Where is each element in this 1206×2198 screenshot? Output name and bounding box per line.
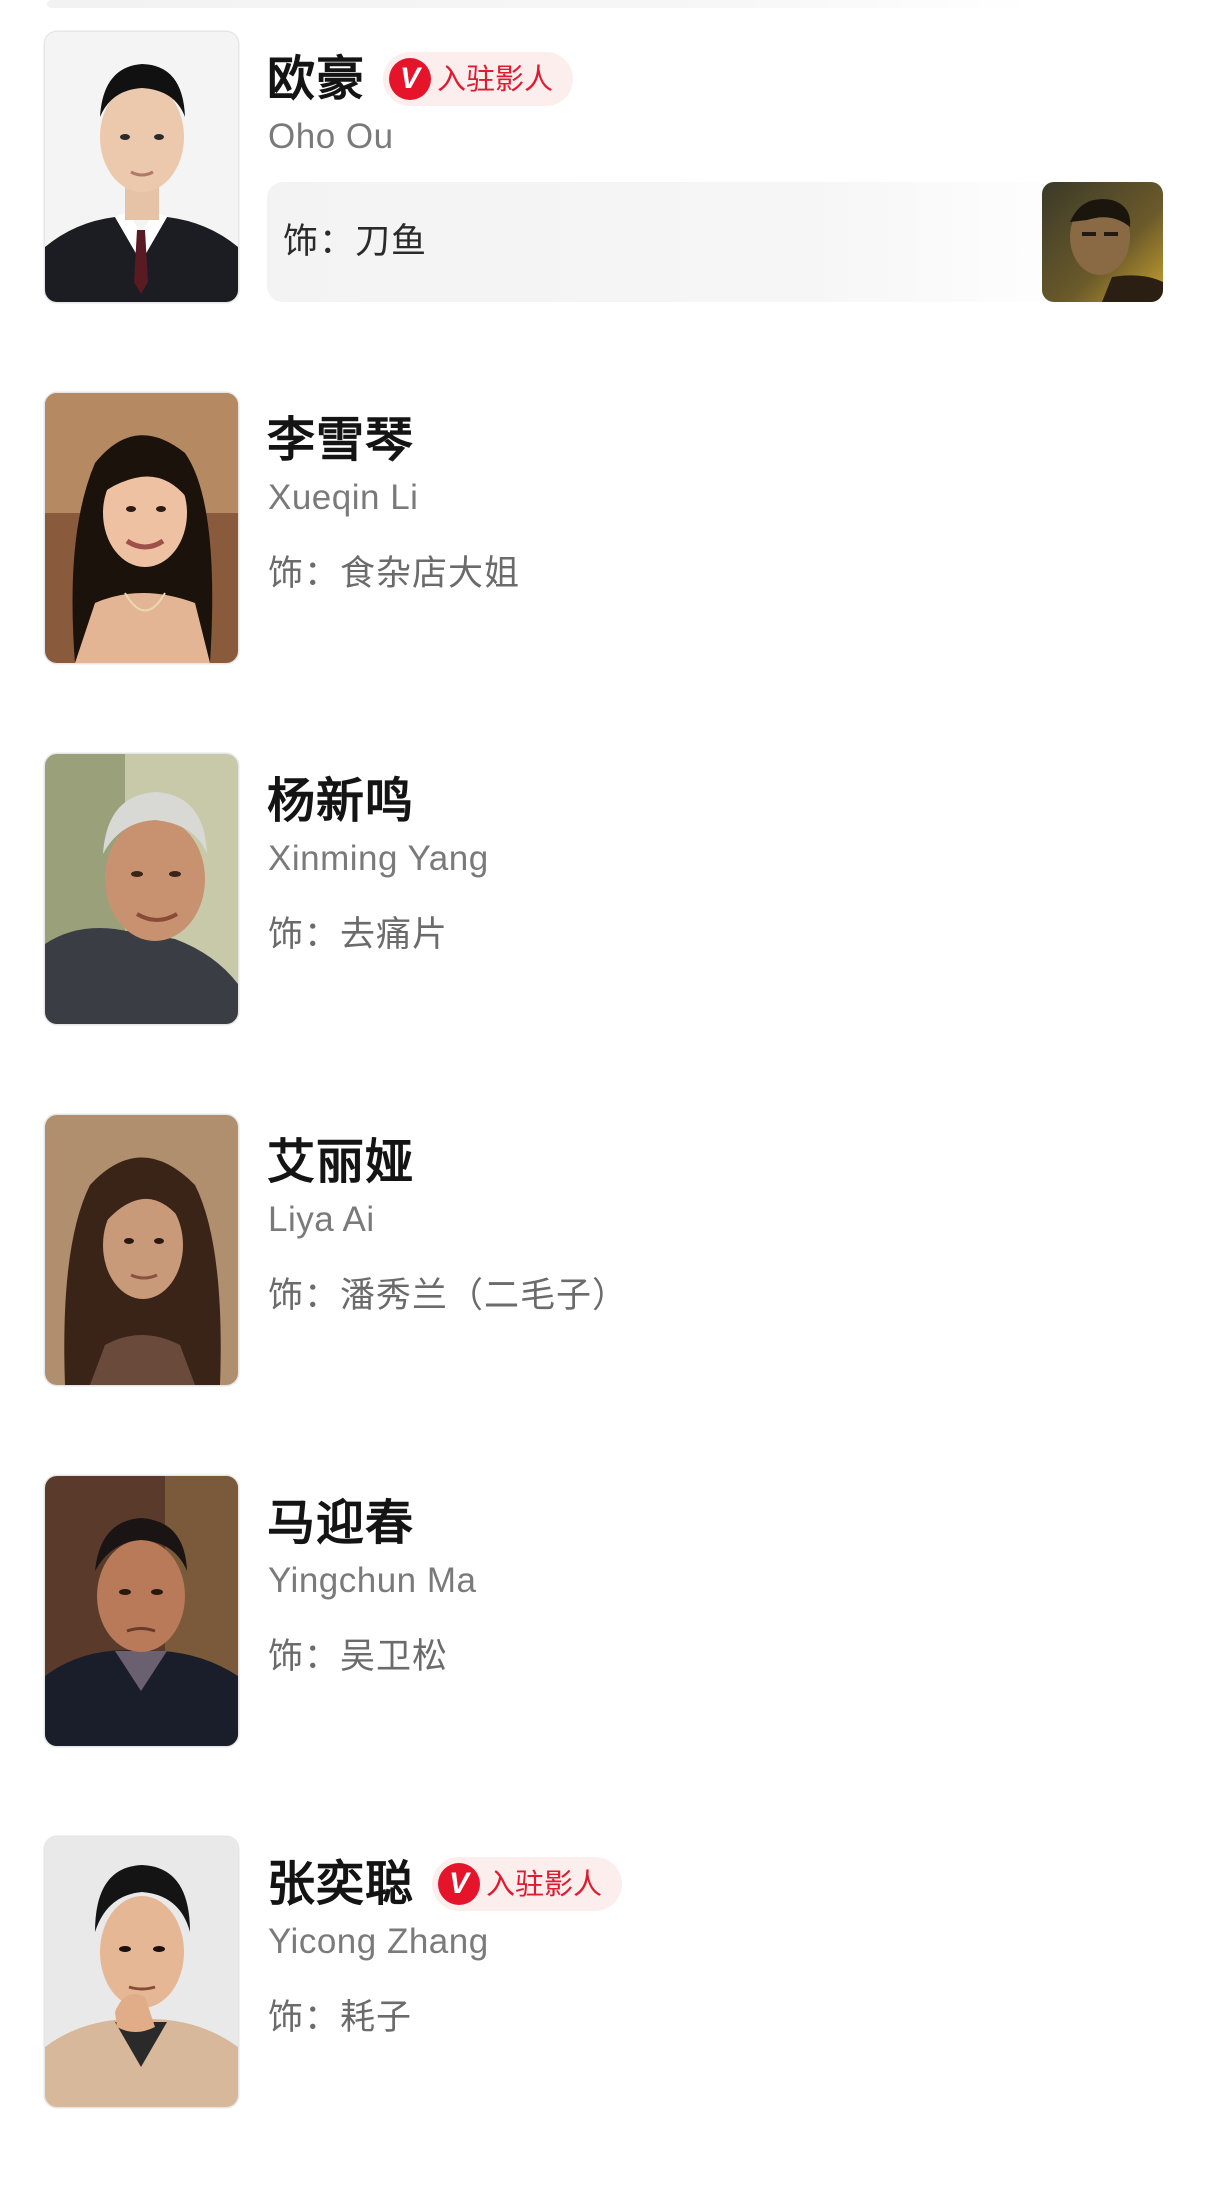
name-row: 欧豪 V 入驻影人	[267, 48, 574, 110]
actor-photo[interactable]	[45, 1115, 238, 1385]
name-row: 张奕聪 V 入驻影人	[267, 1853, 623, 1915]
actor-photo[interactable]	[45, 393, 238, 663]
actor-name-en: Liya Ai	[268, 1200, 375, 1239]
role-label: 饰：刀鱼	[283, 222, 428, 262]
top-divider	[47, 0, 1037, 8]
cast-item-li-xueqin[interactable]: 李雪琴 Xueqin Li 饰：食杂店大姐	[0, 393, 1206, 754]
verified-badge: V 入驻影人	[383, 52, 574, 106]
role-still-image[interactable]	[1042, 182, 1163, 302]
actor-name-en: Yingchun Ma	[268, 1561, 477, 1600]
role-label: 饰：潘秀兰（二毛子）	[268, 1276, 629, 1316]
actor-name-cn[interactable]: 艾丽娅	[267, 1131, 414, 1193]
name-row: 马迎春	[267, 1492, 414, 1554]
name-row: 艾丽娅	[267, 1131, 414, 1193]
actor-name-cn[interactable]: 杨新鸣	[267, 770, 414, 832]
actor-name-en: Xueqin Li	[268, 478, 419, 517]
actor-photo[interactable]	[45, 1476, 238, 1746]
actor-name-cn[interactable]: 张奕聪	[267, 1853, 414, 1915]
cast-item-zhang-yicong[interactable]: 张奕聪 V 入驻影人 Yicong Zhang 饰：耗子	[0, 1837, 1206, 2198]
role-label: 饰：耗子	[268, 1998, 413, 2038]
actor-photo[interactable]	[45, 754, 238, 1024]
verified-badge-label: 入驻影人	[486, 1867, 603, 1901]
verified-v-icon: V	[438, 1863, 481, 1905]
role-label: 饰：吴卫松	[268, 1637, 449, 1677]
actor-name-en: Yicong Zhang	[268, 1922, 489, 1961]
cast-item-ai-liya[interactable]: 艾丽娅 Liya Ai 饰：潘秀兰（二毛子）	[0, 1115, 1206, 1476]
actor-name-cn[interactable]: 李雪琴	[267, 409, 414, 471]
verified-badge-label: 入驻影人	[437, 62, 554, 96]
actor-name-en: Xinming Yang	[268, 839, 489, 878]
role-label: 饰：去痛片	[268, 915, 449, 955]
role-card[interactable]: 饰：刀鱼	[267, 182, 1163, 302]
actor-name-cn[interactable]: 欧豪	[267, 48, 365, 110]
actor-name-en: Oho Ou	[268, 117, 394, 156]
cast-list: 欧豪 V 入驻影人 Oho Ou 饰：刀鱼 李雪琴 Xueqin Li 饰：食杂…	[0, 32, 1206, 2198]
actor-name-cn[interactable]: 马迎春	[267, 1492, 414, 1554]
cast-item-ou-hao[interactable]: 欧豪 V 入驻影人 Oho Ou 饰：刀鱼	[0, 32, 1206, 393]
verified-v-icon: V	[389, 58, 432, 100]
role-label: 饰：食杂店大姐	[268, 554, 521, 594]
verified-badge: V 入驻影人	[432, 1857, 623, 1911]
cast-item-ma-yingchun[interactable]: 马迎春 Yingchun Ma 饰：吴卫松	[0, 1476, 1206, 1837]
actor-photo[interactable]	[45, 1837, 238, 2107]
name-row: 杨新鸣	[267, 770, 414, 832]
cast-item-yang-xinming[interactable]: 杨新鸣 Xinming Yang 饰：去痛片	[0, 754, 1206, 1115]
name-row: 李雪琴	[267, 409, 414, 471]
actor-photo[interactable]	[45, 32, 238, 302]
